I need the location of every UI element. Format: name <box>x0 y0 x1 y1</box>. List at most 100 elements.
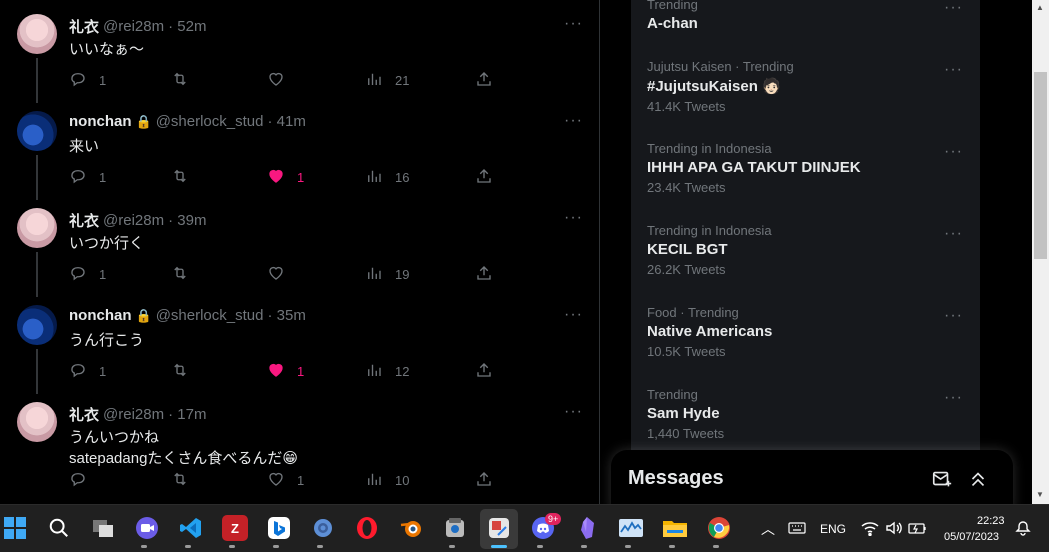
tweet[interactable]: nonchan 🔒 @sherlock_stud · 41m ··· 来い 1 1 16 <box>0 99 599 200</box>
display-name[interactable]: 礼衣 <box>69 210 99 231</box>
windows-start-icon[interactable] <box>2 515 28 541</box>
more-icon[interactable]: ··· <box>564 306 583 324</box>
display-name[interactable]: 礼衣 <box>69 404 99 425</box>
app-store-icon[interactable] <box>442 515 468 541</box>
clock-time[interactable]: 22:23 <box>977 515 1005 527</box>
keyboard-icon[interactable] <box>784 515 810 541</box>
views-button[interactable]: 10 <box>365 470 409 491</box>
bing-icon[interactable] <box>266 515 292 541</box>
share-button[interactable] <box>475 264 493 285</box>
views-button[interactable]: 19 <box>365 264 409 285</box>
like-button[interactable]: 1 <box>267 470 304 491</box>
tweet[interactable]: nonchan 🔒 @sherlock_stud · 35m ··· うん行こう 1 1 12 <box>0 293 599 394</box>
language-indicator[interactable]: ENG <box>820 522 846 536</box>
speaker-icon[interactable] <box>881 515 907 541</box>
more-icon[interactable]: ··· <box>564 209 583 227</box>
timestamp[interactable]: · 39m <box>168 212 206 229</box>
messages-drawer[interactable]: Messages <box>611 450 1013 510</box>
trend-item[interactable]: Jujutsu Kaisen · Trending #JujutsuKaisen … <box>647 59 967 114</box>
more-icon[interactable]: ··· <box>944 307 963 325</box>
settings-icon[interactable] <box>310 515 336 541</box>
like-button[interactable]: 1 <box>267 361 304 382</box>
display-name[interactable]: 礼衣 <box>69 16 99 37</box>
tweet[interactable]: 礼衣 @rei28m · 39m ··· いつか行く 1 19 <box>0 196 599 297</box>
trend-item[interactable]: Trending in Indonesia IHHH APA GA TAKUT D… <box>647 141 967 195</box>
tweet[interactable]: 礼衣 @rei28m · 17m ··· うんいつかね satepadangたくさん食べる… <box>0 390 599 488</box>
battery-icon[interactable] <box>905 515 931 541</box>
avatar[interactable] <box>17 402 57 442</box>
vscode-icon[interactable] <box>178 515 204 541</box>
tweet-actions: 1 19 <box>69 264 499 288</box>
trend-item[interactable]: Trending Sam Hyde 1,440 Tweets <box>647 387 967 441</box>
avatar[interactable] <box>17 208 57 248</box>
retweet-button[interactable] <box>171 470 201 491</box>
handle[interactable]: @rei28m <box>103 212 164 229</box>
handle[interactable]: @sherlock_stud <box>156 307 264 324</box>
scroll-up-arrow[interactable]: ▲ <box>1036 3 1044 12</box>
obsidian-icon[interactable] <box>574 515 600 541</box>
handle[interactable]: @sherlock_stud <box>156 113 264 130</box>
views-button[interactable]: 21 <box>365 70 409 91</box>
trend-item[interactable]: Trending in Indonesia KECIL BGT 26.2K Twee… <box>647 223 967 277</box>
chrome-icon[interactable] <box>706 515 732 541</box>
task-manager-icon[interactable] <box>618 515 644 541</box>
more-icon[interactable]: ··· <box>564 15 583 33</box>
scroll-thumb[interactable] <box>1034 72 1047 259</box>
timestamp[interactable]: · 41m <box>267 113 305 130</box>
task-view-icon[interactable] <box>90 515 116 541</box>
blender-icon[interactable] <box>398 515 424 541</box>
page-scrollbar[interactable]: ▲ ▼ <box>1032 0 1049 504</box>
trend-item[interactable]: Food · Trending Native Americans 10.5K Twe… <box>647 305 967 359</box>
zotero-icon[interactable]: Z <box>222 515 248 541</box>
retweet-button[interactable] <box>171 70 201 91</box>
like-button[interactable] <box>267 70 297 91</box>
display-name[interactable]: nonchan <box>69 307 132 324</box>
reply-button[interactable]: 1 <box>69 361 106 382</box>
like-button[interactable] <box>267 264 297 285</box>
reply-button[interactable]: 1 <box>69 70 106 91</box>
retweet-button[interactable] <box>171 264 201 285</box>
reply-button[interactable]: 1 <box>69 167 106 188</box>
more-icon[interactable]: ··· <box>944 389 963 407</box>
file-explorer-icon[interactable] <box>662 515 688 541</box>
retweet-button[interactable] <box>171 167 201 188</box>
share-button[interactable] <box>475 470 493 491</box>
reply-button[interactable]: 1 <box>69 264 106 285</box>
search-icon[interactable] <box>46 515 72 541</box>
share-button[interactable] <box>475 361 493 382</box>
like-button[interactable]: 1 <box>267 167 304 188</box>
more-icon[interactable]: ··· <box>944 225 963 243</box>
notification-icon[interactable] <box>1010 515 1036 541</box>
timestamp[interactable]: · 52m <box>168 18 206 35</box>
more-icon[interactable]: ··· <box>944 61 963 79</box>
opera-icon[interactable] <box>354 515 380 541</box>
clock-date[interactable]: 05/07/2023 <box>944 531 999 543</box>
timestamp[interactable]: · 35m <box>267 307 305 324</box>
handle[interactable]: @rei28m <box>103 18 164 35</box>
tweet[interactable]: 礼衣 @rei28m · 52m ··· いいなぁ～ 1 21 <box>0 2 599 103</box>
wifi-icon[interactable] <box>857 515 883 541</box>
reply-button[interactable] <box>69 470 99 491</box>
meet-icon[interactable] <box>134 515 160 541</box>
scroll-down-arrow[interactable]: ▼ <box>1036 490 1044 499</box>
views-button[interactable]: 16 <box>365 167 409 188</box>
more-icon[interactable]: ··· <box>944 0 963 17</box>
avatar[interactable] <box>17 111 57 151</box>
timestamp[interactable]: · 17m <box>168 406 206 423</box>
more-icon[interactable]: ··· <box>564 112 583 130</box>
more-icon[interactable]: ··· <box>564 403 583 421</box>
display-name[interactable]: nonchan <box>69 113 132 130</box>
trend-item[interactable]: Trending A-chan <box>647 0 967 32</box>
new-message-icon[interactable] <box>931 468 953 490</box>
snipping-tool-icon[interactable] <box>486 515 512 541</box>
more-icon[interactable]: ··· <box>944 143 963 161</box>
avatar[interactable] <box>17 14 57 54</box>
avatar[interactable] <box>17 305 57 345</box>
share-button[interactable] <box>475 167 493 188</box>
retweet-button[interactable] <box>171 361 201 382</box>
chevron-up-icon[interactable]: ︿ <box>761 519 775 539</box>
share-button[interactable] <box>475 70 493 91</box>
handle[interactable]: @rei28m <box>103 406 164 423</box>
chevrons-up-icon[interactable] <box>967 468 989 490</box>
views-button[interactable]: 12 <box>365 361 409 382</box>
